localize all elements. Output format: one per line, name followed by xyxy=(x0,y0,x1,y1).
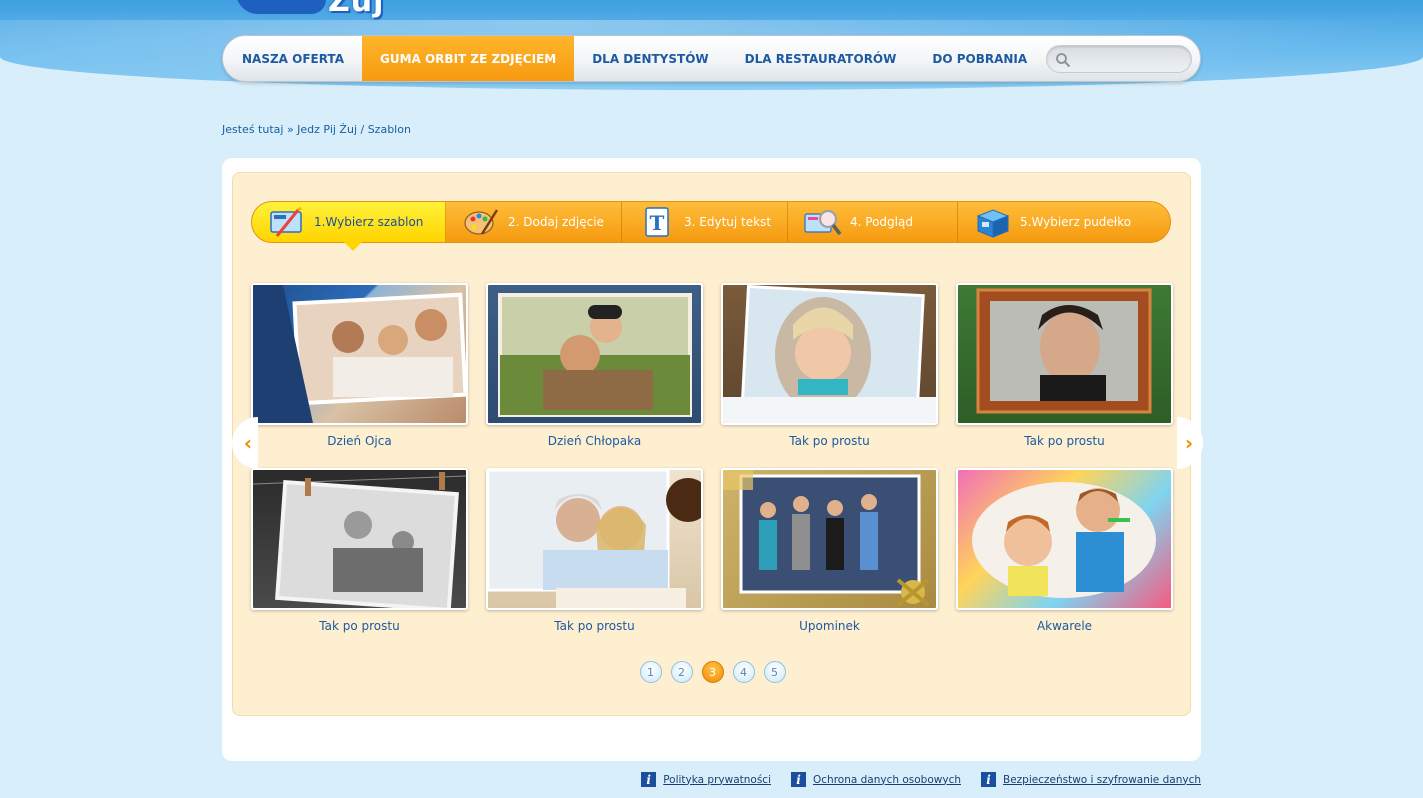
info-icon: i xyxy=(981,772,996,787)
step-1-choose-template[interactable]: 1.Wybierz szablon xyxy=(252,202,446,251)
logo-text: Żuj xyxy=(328,0,385,19)
template-thumbnail[interactable] xyxy=(486,468,703,610)
template-caption: Upominek xyxy=(799,619,860,633)
footer-link-label: Polityka prywatności xyxy=(663,773,771,786)
template-thumbnail[interactable] xyxy=(721,283,938,425)
search-icon[interactable] xyxy=(1055,52,1071,68)
template-caption: Tak po prostu xyxy=(319,619,400,633)
info-icon: i xyxy=(641,772,657,787)
friends-photo-image xyxy=(498,293,692,417)
template-pencil-icon xyxy=(270,206,302,237)
footer-link-privacy-policy[interactable]: i Polityka prywatności xyxy=(641,772,771,787)
footer-link-data-protection[interactable]: i Ochrona danych osobowych xyxy=(791,772,961,787)
content-panel: 1.Wybierz szablon 2. Dodaj zdjęcie T 3. … xyxy=(222,158,1201,761)
step-4-preview[interactable]: 4. Podgląd xyxy=(788,202,958,242)
template-card-tak-po-prostu-1[interactable]: Tak po prostu xyxy=(721,283,938,448)
template-thumbnail[interactable] xyxy=(956,468,1173,610)
step-2-label: 2. Dodaj zdjęcie xyxy=(508,215,604,229)
footer-links: i Polityka prywatności i Ochrona danych … xyxy=(641,772,1201,787)
step-3-edit-text[interactable]: T 3. Edytuj tekst xyxy=(622,202,788,242)
page-5-button[interactable]: 5 xyxy=(763,661,786,683)
template-caption: Akwarele xyxy=(1036,619,1093,633)
template-card-tak-po-prostu-2[interactable]: Tak po prostu xyxy=(956,283,1173,448)
template-thumbnail[interactable] xyxy=(251,283,468,425)
breadcrumb: Jesteś tutaj » Jedz Pij Żuj / Szablon xyxy=(222,123,411,136)
template-caption: Dzień Chłopaka xyxy=(547,434,642,448)
template-card-tak-po-prostu-4[interactable]: Tak po prostu xyxy=(486,468,703,633)
step-3-label: 3. Edytuj tekst xyxy=(684,215,772,229)
template-caption: Dzień Ojca xyxy=(327,434,392,448)
template-card-akwarele[interactable]: Akwarele xyxy=(956,468,1173,633)
template-chooser: 1.Wybierz szablon 2. Dodaj zdjęcie T 3. … xyxy=(232,172,1191,716)
step-2-add-photo[interactable]: 2. Dodaj zdjęcie xyxy=(446,202,622,242)
logo[interactable]: Żuj xyxy=(236,0,396,22)
nav-item-nasza-oferta[interactable]: NASZA OFERTA xyxy=(225,36,362,81)
winter-girl-photo-image xyxy=(723,285,936,423)
page-3-button[interactable]: 3 xyxy=(701,661,724,683)
text-t-icon: T xyxy=(645,207,669,237)
nav-item-dla-dentystow[interactable]: DLA DENTYSTÓW xyxy=(574,36,726,81)
template-card-dzien-ojca[interactable]: Dzień Ojca xyxy=(251,283,468,448)
nav-item-guma-orbit[interactable]: GUMA ORBIT ZE ZDJĘCIEM xyxy=(361,36,575,81)
template-thumbnail[interactable] xyxy=(956,283,1173,425)
pagination: 1 2 3 4 5 xyxy=(233,661,1192,683)
footer-link-security-encryption[interactable]: i Bezpieczeństwo i szyfrowanie danych xyxy=(981,772,1201,787)
watercolor-kids-photo-image xyxy=(972,482,1156,598)
chevron-right-icon: › xyxy=(1184,431,1194,455)
gift-group-photo-image xyxy=(723,470,930,607)
template-thumbnail[interactable] xyxy=(486,283,703,425)
step-4-label: 4. Podgląd xyxy=(850,215,913,229)
step-5-label: 5.Wybierz pudełko xyxy=(1020,215,1132,229)
page-2-button[interactable]: 2 xyxy=(670,661,693,683)
svg-text:T: T xyxy=(650,211,665,235)
page-1-button[interactable]: 1 xyxy=(639,661,662,683)
main-navigation: NASZA OFERTA GUMA ORBIT ZE ZDJĘCIEM DLA … xyxy=(222,35,1201,82)
logo-shape xyxy=(236,0,326,14)
template-caption: Tak po prostu xyxy=(554,619,635,633)
step-bar: 1.Wybierz szablon 2. Dodaj zdjęcie T 3. … xyxy=(251,201,1171,251)
step-1-label: 1.Wybierz szablon xyxy=(314,215,424,229)
template-card-upominek[interactable]: Upominek xyxy=(721,468,938,633)
template-thumbnail[interactable] xyxy=(721,468,938,610)
info-icon: i xyxy=(791,772,806,787)
family-photo-image xyxy=(253,285,466,423)
chevron-left-icon: ‹ xyxy=(243,431,253,455)
framed-boy-photo-image xyxy=(976,288,1152,414)
nav-item-do-pobrania[interactable]: DO POBRANIA xyxy=(914,36,1045,81)
page-4-button[interactable]: 4 xyxy=(732,661,755,683)
box-icon xyxy=(976,209,1010,238)
template-card-dzien-chlopaka[interactable]: Dzień Chłopaka xyxy=(486,283,703,448)
couple-photo-image xyxy=(488,470,701,608)
footer-link-label: Bezpieczeństwo i szyfrowanie danych xyxy=(1003,773,1201,786)
search-input[interactable] xyxy=(1075,50,1185,68)
mother-child-bw-photo-image xyxy=(253,472,466,608)
search-box xyxy=(1046,45,1192,73)
template-card-tak-po-prostu-3[interactable]: Tak po prostu xyxy=(251,468,468,633)
footer-link-label: Ochrona danych osobowych xyxy=(813,773,961,786)
nav-item-dla-restauratorow[interactable]: DLA RESTAURATORÓW xyxy=(727,36,915,81)
step-5-choose-box[interactable]: 5.Wybierz pudełko xyxy=(958,202,1170,242)
template-thumbnail[interactable] xyxy=(251,468,468,610)
magnifier-preview-icon xyxy=(804,209,842,236)
template-caption: Tak po prostu xyxy=(1024,434,1105,448)
paint-palette-icon xyxy=(464,209,499,235)
template-caption: Tak po prostu xyxy=(789,434,870,448)
